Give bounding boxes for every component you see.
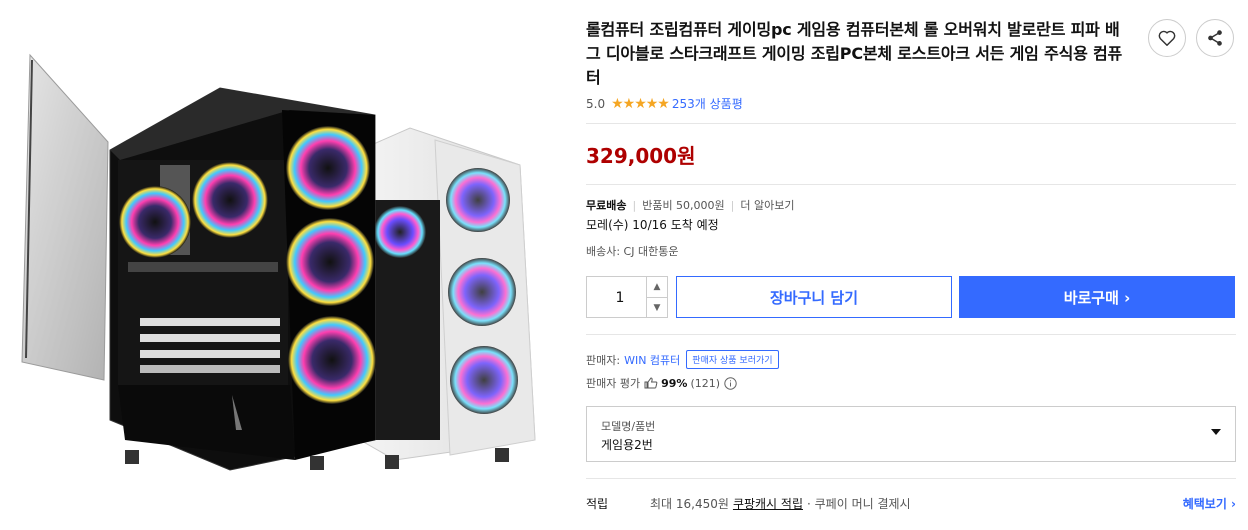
info-icon[interactable] bbox=[724, 376, 737, 390]
divider bbox=[586, 184, 1236, 185]
reward-amount: 최대 16,450원 bbox=[650, 497, 729, 511]
arrival-date: 모레(수) 10/16 도착 예정 bbox=[586, 218, 719, 232]
wishlist-button[interactable] bbox=[1148, 19, 1186, 57]
reward-row: 적립 최대 16,450원 쿠팡캐시 적립 · 쿠페이 머니 결제시 혜택보기 … bbox=[586, 495, 1236, 512]
seller-rating-label: 판매자 평가 bbox=[586, 377, 641, 390]
reward-label: 적립 bbox=[586, 497, 609, 511]
separator: | bbox=[632, 198, 637, 212]
product-price: 329,000원 bbox=[586, 144, 696, 168]
separator: | bbox=[730, 198, 735, 212]
option-selected-value: 게임용2번 bbox=[601, 438, 653, 452]
model-option-dropdown[interactable]: 모델명/품번 게임용2번 bbox=[586, 406, 1236, 462]
seller-rating-row: 판매자 평가 99% (121) bbox=[586, 375, 737, 391]
caret-down-icon bbox=[1211, 429, 1221, 435]
rating-score: 5.0 bbox=[586, 96, 606, 111]
reward-condition: · 쿠페이 머니 결제시 bbox=[807, 497, 911, 511]
seller-label: 판매자: bbox=[586, 353, 621, 367]
divider bbox=[586, 123, 1236, 124]
black-pc-case bbox=[109, 87, 376, 471]
product-info-panel: 롤컴퓨터 조립컴퓨터 게이밍pc 게임용 컴퓨터본체 롤 오버워치 발로란트 피… bbox=[586, 0, 1248, 526]
benefits-link[interactable]: 혜택보기 › bbox=[1183, 495, 1236, 512]
thumbs-up-icon bbox=[644, 377, 658, 389]
product-image bbox=[0, 0, 560, 526]
white-pc-case bbox=[359, 127, 536, 469]
coupang-cash-link[interactable]: 쿠팡캐시 적립 bbox=[733, 495, 803, 512]
shipping-row: 무료배송 | 반품비 50,000원 | 더 알아보기 bbox=[586, 197, 795, 213]
share-icon bbox=[1208, 30, 1222, 46]
rating-row: 5.0 ★★★★★ 253개 상품평 bbox=[586, 95, 743, 112]
quantity-buttons: ▲ ▼ bbox=[646, 277, 667, 317]
share-button[interactable] bbox=[1196, 19, 1234, 57]
quantity-decrease-button[interactable]: ▼ bbox=[647, 298, 667, 318]
glass-side-panel bbox=[21, 53, 109, 381]
carrier-info: 배송사: CJ 대한통운 bbox=[586, 245, 679, 258]
divider bbox=[586, 478, 1236, 479]
seller-name-link[interactable]: WIN 컴퓨터 bbox=[624, 352, 680, 368]
option-label: 모델명/품번 bbox=[601, 420, 656, 433]
buy-now-button[interactable]: 바로구매 › bbox=[959, 276, 1235, 318]
heart-icon bbox=[1158, 30, 1176, 46]
seller-products-button[interactable]: 판매자 상품 보러가기 bbox=[686, 350, 779, 369]
seller-rating-count: (121) bbox=[690, 376, 721, 390]
star-rating-icon: ★★★★★ bbox=[611, 95, 670, 112]
return-fee: 반품비 50,000원 bbox=[642, 199, 725, 212]
review-count-link[interactable]: 253개 상품평 bbox=[672, 95, 743, 112]
quantity-increase-button[interactable]: ▲ bbox=[647, 277, 667, 298]
free-shipping-label: 무료배송 bbox=[586, 199, 627, 212]
product-title: 롤컴퓨터 조립컴퓨터 게이밍pc 게임용 컴퓨터본체 롤 오버워치 발로란트 피… bbox=[586, 20, 1123, 87]
seller-rating-value: 99% bbox=[661, 376, 688, 390]
seller-row: 판매자: WIN 컴퓨터 판매자 상품 보러가기 bbox=[586, 350, 779, 369]
more-info-link[interactable]: 더 알아보기 bbox=[740, 197, 794, 213]
quantity-input[interactable] bbox=[587, 277, 653, 319]
add-to-cart-button[interactable]: 장바구니 담기 bbox=[676, 276, 952, 318]
quantity-stepper: ▲ ▼ bbox=[586, 276, 668, 319]
divider bbox=[586, 334, 1236, 335]
